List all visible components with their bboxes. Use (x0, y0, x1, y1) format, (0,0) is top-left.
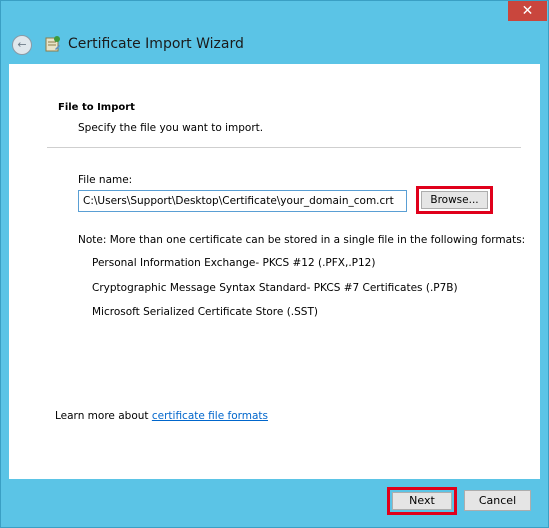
next-highlight: Next (387, 487, 457, 515)
format-item: Cryptographic Message Syntax Standard- P… (92, 282, 458, 294)
learn-more-text: Learn more about certificate file format… (55, 410, 268, 422)
window-title: Certificate Import Wizard (68, 36, 244, 52)
close-button[interactable]: ✕ (508, 1, 547, 21)
section-subtitle: Specify the file you want to import. (78, 122, 264, 134)
file-name-input[interactable] (78, 190, 407, 212)
wizard-content: File to Import Specify the file you want… (9, 64, 540, 479)
wizard-window: ✕ ← Certificate Import Wizard File to Im… (0, 0, 549, 528)
close-icon[interactable]: ✕ (522, 3, 534, 19)
format-item: Microsoft Serialized Certificate Store (… (92, 306, 318, 318)
back-arrow-icon[interactable]: ← (17, 38, 26, 51)
section-title: File to Import (58, 102, 135, 113)
browse-button[interactable]: Browse... (421, 191, 488, 209)
learn-more-prefix: Learn more about (55, 410, 152, 422)
formats-note: Note: More than one certificate can be s… (78, 234, 526, 246)
certificate-file-formats-link[interactable]: certificate file formats (152, 410, 268, 422)
browse-highlight: Browse... (416, 186, 493, 214)
back-button[interactable]: ← (12, 35, 32, 55)
divider (47, 147, 521, 148)
file-name-label: File name: (78, 174, 133, 186)
format-item: Personal Information Exchange- PKCS #12 … (92, 257, 376, 269)
next-button[interactable]: Next (392, 492, 452, 510)
certificate-wizard-icon (45, 36, 60, 52)
cancel-button[interactable]: Cancel (464, 490, 531, 511)
